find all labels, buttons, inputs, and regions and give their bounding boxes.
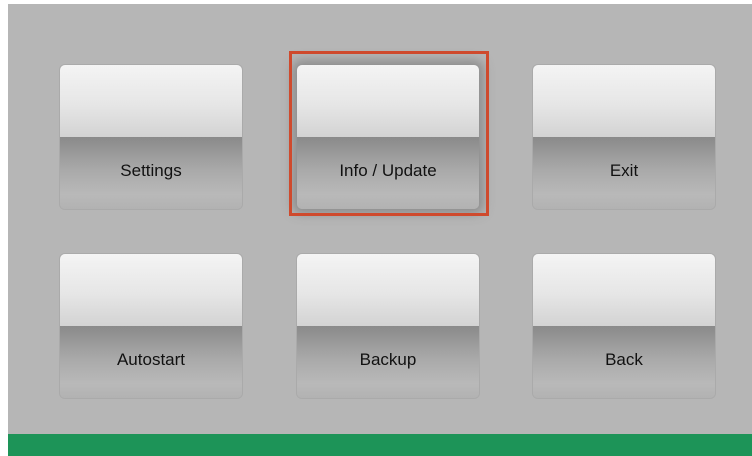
- settings-button[interactable]: Settings: [60, 65, 242, 209]
- autostart-button-label: Autostart: [116, 350, 186, 369]
- backup-button-label: Backup: [359, 350, 417, 369]
- button-top-face: [60, 254, 242, 326]
- back-button[interactable]: Back: [533, 254, 715, 398]
- button-top-face: [297, 254, 479, 326]
- info-update-button-label: Info / Update: [339, 161, 437, 180]
- back-button-label: Back: [605, 350, 643, 369]
- button-top-face: [297, 65, 479, 137]
- button-top-face: [60, 65, 242, 137]
- button-top-face: [533, 254, 715, 326]
- info-update-button[interactable]: Info / Update: [297, 65, 479, 209]
- backup-button[interactable]: Backup: [297, 254, 479, 398]
- menu-screen: Settings Info / Update Exit Autostart Ba…: [8, 4, 752, 456]
- autostart-button[interactable]: Autostart: [60, 254, 242, 398]
- button-top-face: [533, 65, 715, 137]
- settings-button-label: Settings: [120, 161, 182, 180]
- exit-button-label: Exit: [609, 161, 639, 180]
- status-bar: [8, 434, 752, 456]
- exit-button[interactable]: Exit: [533, 65, 715, 209]
